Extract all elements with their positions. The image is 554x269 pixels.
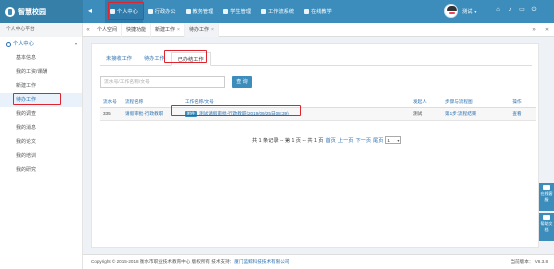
sidebar-item-basic-info[interactable]: 基本信息 — [0, 51, 82, 65]
pager-prev[interactable]: 上一页 — [338, 137, 354, 144]
school-logo-icon — [5, 6, 15, 17]
pager-next[interactable]: 下一页 — [355, 137, 371, 144]
app-name: 智慧校园 — [18, 8, 46, 16]
view-link[interactable]: 查看 — [498, 107, 536, 121]
users-icon — [223, 9, 229, 14]
search-input[interactable] — [100, 76, 225, 88]
col-initiator: 发起人 — [410, 98, 442, 108]
cell-step[interactable]: 第1步:流程结束 — [442, 107, 498, 121]
topnav-admin-office[interactable]: 行政办公 — [143, 0, 181, 23]
close-icon[interactable]: × — [177, 27, 180, 33]
tab-personal-space[interactable]: 个人空间 — [93, 23, 123, 37]
topnav-online-teaching[interactable]: 在线教学 — [299, 0, 337, 23]
user-menu[interactable]: 测试 ▾ — [444, 4, 476, 18]
pager-last[interactable]: 尾页 — [373, 137, 383, 144]
topnav-workflow[interactable]: 工作流系统 — [256, 0, 299, 23]
cell-initiator: 测试 — [410, 107, 442, 121]
tab-pending-work[interactable]: 待办工作 — [138, 52, 171, 66]
sidebar-item-todo-work[interactable]: 待办工作 — [0, 93, 82, 107]
help-docs-button[interactable]: 帮助文档 — [539, 213, 554, 241]
pager-summary: 共 1 条记录 -- 第 1 页 -- 共 1 页 — [252, 137, 324, 144]
content-panel: 未接收工作 待办工作 已办结工作 查 询 流水号 流程名称 工作名称/文号 发起… — [91, 43, 539, 248]
avatar — [444, 4, 458, 18]
book-icon — [185, 9, 191, 14]
table-header-row: 流水号 流程名称 工作名称/文号 发起人 步骤与流程图 操作 — [100, 98, 536, 108]
close-all-icon[interactable]: ✕ — [541, 23, 553, 37]
cell-flow-name[interactable]: 请假审批-行政教职 — [122, 107, 182, 121]
col-flow-name: 流程名称 — [122, 98, 182, 108]
topnav-personal-center[interactable]: 个人中心 — [105, 0, 143, 23]
monitor-icon — [304, 9, 310, 14]
search-button[interactable]: 查 询 — [232, 76, 252, 88]
sidebar-item-salary[interactable]: 我的工资/课酬 — [0, 65, 82, 79]
cell-serial: 335 — [100, 107, 122, 121]
topnav-academic[interactable]: 教务管理 — [181, 0, 219, 23]
chevron-down-icon: ▾ — [74, 41, 77, 46]
sidebar-group-personal-center[interactable]: 个人中心 ▾ — [0, 37, 82, 51]
work-name-link[interactable]: 测试请假审批-行政教职(2019/09/25日08:39) — [199, 111, 289, 116]
home-icon[interactable]: ⌂ — [495, 7, 501, 13]
tab-completed-work[interactable]: 已办结工作 — [170, 52, 211, 66]
chevron-right-icon[interactable]: » — [530, 23, 538, 37]
version-text: 当前版本： V6.3.8 — [510, 259, 548, 264]
chat-icon — [543, 185, 550, 190]
copyright-text: Copyright © 2015-2018 衡水市职业技术教育中心 版权所有 技… — [91, 259, 235, 264]
col-step: 步骤与流程图 — [442, 98, 498, 108]
top-icons: ⌂ ♪ ▭ ⏻ — [495, 7, 537, 13]
sidebar-item-training[interactable]: 我的培训 — [0, 149, 82, 163]
user-circle-icon — [6, 41, 11, 47]
page-select[interactable]: 1 — [385, 136, 402, 144]
online-service-button[interactable]: 在线客服 — [539, 183, 554, 211]
top-bar: 智慧校园 ◂ 个人中心 行政办公 教务管理 学生管理 工作流系统 在线教学 测试… — [0, 0, 554, 23]
close-icon[interactable]: × — [211, 27, 214, 33]
table-row: 335 请假审批-行政教职 附件 测试请假审批-行政教职(2019/09/25日0… — [100, 107, 536, 121]
sidebar: 个人中心 ▾ 基本信息 我的工资/课酬 新建工作 待办工作 我的调查 我的消息 … — [0, 37, 83, 269]
sub-tabs: 未接收工作 待办工作 已办结工作 — [100, 52, 532, 66]
sidebar-item-new-work[interactable]: 新建工作 — [0, 79, 82, 93]
sidebar-title: 个人中心平台 — [0, 23, 83, 37]
tab-strip: 个人中心平台 « 个人空间 快捷功能 新建工作 × 待办工作 × » ✕ — [0, 23, 554, 37]
flow-icon — [261, 9, 267, 14]
user-icon — [110, 9, 115, 14]
screen-icon[interactable]: ▭ — [519, 7, 525, 13]
tab-todo-work[interactable]: 待办工作 × — [184, 23, 219, 37]
page-tabs: 个人空间 快捷功能 新建工作 × 待办工作 × — [93, 23, 219, 37]
attachment-badge: 附件 — [185, 110, 197, 117]
briefcase-icon — [147, 9, 153, 14]
chevron-left-icon[interactable]: « — [84, 23, 92, 37]
arrow-left-icon[interactable]: ◂ — [88, 6, 92, 16]
footer: Copyright © 2015-2018 衡水市职业技术教育中心 版权所有 技… — [83, 254, 554, 269]
tab-shortcuts[interactable]: 快捷功能 — [122, 23, 152, 37]
app-logo[interactable]: 智慧校园 — [0, 0, 83, 23]
col-work-name: 工作名称/文号 — [182, 98, 410, 108]
main-content: 未接收工作 待办工作 已办结工作 查 询 流水号 流程名称 工作名称/文号 发起… — [83, 37, 554, 254]
sidebar-item-messages[interactable]: 我的消息 — [0, 121, 82, 135]
col-action: 操作 — [498, 98, 536, 108]
company-link[interactable]: 厦门蓝鲸科技技术有限公司 — [234, 259, 289, 264]
bell-icon[interactable]: ♪ — [507, 7, 513, 13]
tab-new-work[interactable]: 新建工作 × — [151, 23, 185, 37]
tab-unreceived-work[interactable]: 未接收工作 — [100, 52, 138, 66]
work-table: 流水号 流程名称 工作名称/文号 发起人 步骤与流程图 操作 335 请假审批-… — [100, 98, 536, 121]
sidebar-item-surveys[interactable]: 我的调查 — [0, 107, 82, 121]
top-nav: 个人中心 行政办公 教务管理 学生管理 工作流系统 在线教学 — [105, 0, 337, 23]
sidebar-item-papers[interactable]: 我的论文 — [0, 135, 82, 149]
pagination: 共 1 条记录 -- 第 1 页 -- 共 1 页 首页 上一页 下一页 尾页 … — [252, 136, 402, 144]
chevron-down-icon: ▾ — [474, 8, 477, 14]
topnav-students[interactable]: 学生管理 — [218, 0, 256, 23]
sidebar-item-research[interactable]: 我的研究 — [0, 163, 82, 177]
cell-work-name[interactable]: 附件 测试请假审批-行政教职(2019/09/25日08:39) — [182, 107, 410, 121]
document-icon — [543, 215, 550, 220]
power-icon[interactable]: ⏻ — [531, 7, 537, 13]
user-name: 测试 — [462, 8, 473, 15]
col-serial: 流水号 — [100, 98, 122, 108]
pager-first[interactable]: 首页 — [325, 137, 335, 144]
